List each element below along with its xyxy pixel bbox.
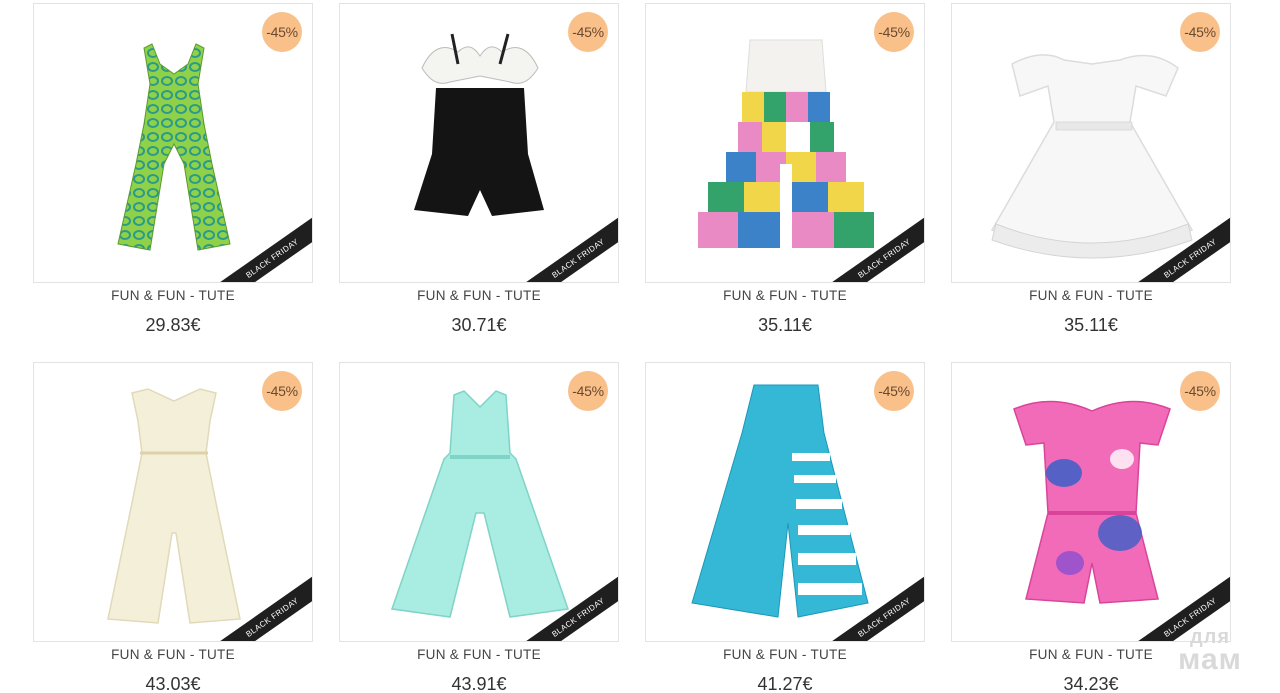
product-price: 43.91€ (451, 674, 507, 693)
discount-badge: -45% (1180, 12, 1220, 52)
product-image-link[interactable]: -45% BLACK FRIDAY (339, 362, 619, 642)
product-brand-link[interactable]: FUN & FUN - TUTE (33, 647, 313, 662)
discount-badge: -45% (568, 12, 608, 52)
product-image-link[interactable]: -45% BLACK FRIDAY (951, 362, 1231, 642)
discount-badge: -45% (262, 12, 302, 52)
discount-badge: -45% (874, 12, 914, 52)
discount-badge: -45% (262, 371, 302, 411)
discount-badge: -45% (1180, 371, 1220, 411)
product-brand-link[interactable]: FUN & FUN - TUTE (339, 288, 619, 303)
product-price: 34.23€ (1063, 674, 1119, 693)
product-price: 43.03€ (145, 674, 201, 693)
product-brand-link[interactable]: FUN & FUN - TUTE (645, 647, 925, 662)
product-image-link[interactable]: -45% BLACK FRIDAY (645, 362, 925, 642)
site-watermark: для мам (1160, 627, 1260, 675)
product-image-link[interactable]: -45% BLACK FRIDAY (951, 3, 1231, 283)
discount-badge: -45% (874, 371, 914, 411)
product-image-link[interactable]: -45% BLACK FRIDAY (33, 362, 313, 642)
product-image-link[interactable]: -45% BLACK FRIDAY (645, 3, 925, 283)
discount-badge: -45% (568, 371, 608, 411)
product-price: 35.11€ (1064, 315, 1118, 335)
product-price: 30.71€ (451, 315, 507, 335)
product-price: 35.11€ (758, 315, 812, 335)
product-image-link[interactable]: -45% BLACK FRIDAY (339, 3, 619, 283)
product-brand-link[interactable]: FUN & FUN - TUTE (645, 288, 925, 303)
product-image-link[interactable]: -45% BLACK FRIDAY (33, 3, 313, 283)
product-brand-link[interactable]: FUN & FUN - TUTE (33, 288, 313, 303)
product-brand-link[interactable]: FUN & FUN - TUTE (339, 647, 619, 662)
product-price: 41.27€ (757, 674, 813, 693)
product-brand-link[interactable]: FUN & FUN - TUTE (951, 288, 1231, 303)
product-grid: -45% BLACK FRIDAY FUN & FUN - TUTE 29.83… (0, 0, 1280, 693)
watermark-line2: мам (1178, 643, 1242, 676)
product-price: 29.83€ (145, 315, 201, 335)
